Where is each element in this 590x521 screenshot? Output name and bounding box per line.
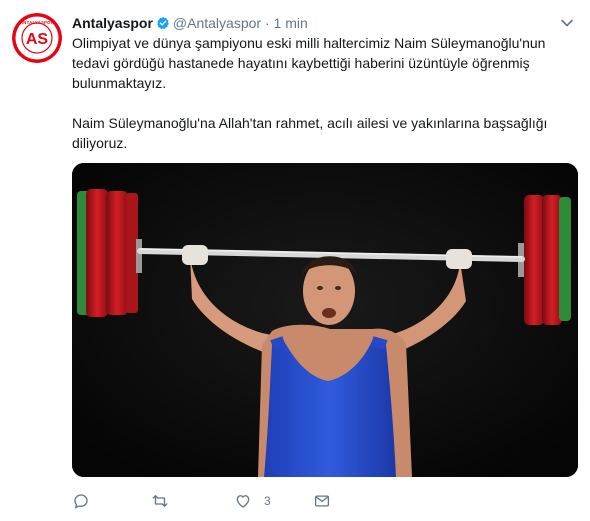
svg-text:ANTALYASPOR: ANTALYASPOR: [20, 20, 54, 25]
svg-text:AS: AS: [26, 31, 49, 48]
envelope-icon: [314, 495, 330, 507]
separator-dot: ·: [264, 15, 270, 31]
tweet-text: Olimpiyat ve dünya şampiyonu eski milli …: [72, 33, 577, 153]
author-name[interactable]: Antalyaspor: [72, 15, 153, 31]
tweet[interactable]: AS ANTALYASPOR Antalyaspor @Antalyaspor ·…: [0, 0, 590, 521]
retweet-icon: [152, 495, 168, 507]
tweet-timestamp[interactable]: 1 min: [274, 15, 308, 31]
antalyaspor-logo: AS ANTALYASPOR: [12, 13, 62, 63]
avatar[interactable]: AS ANTALYASPOR: [12, 13, 62, 63]
weightlifter-photo: [72, 163, 578, 477]
verified-badge-icon: [157, 16, 169, 30]
like-count: 3: [264, 494, 271, 508]
reply-icon: [74, 494, 88, 509]
like-button[interactable]: 3: [234, 487, 271, 515]
reply-button[interactable]: [72, 487, 102, 515]
tweet-header: Antalyaspor @Antalyaspor · 1 min: [72, 13, 580, 33]
heart-icon: [236, 495, 250, 508]
direct-message-button[interactable]: [313, 487, 343, 515]
tweet-paragraph: Naim Süleymanoğlu'na Allah'tan rahmet, a…: [72, 115, 548, 151]
author-handle[interactable]: @Antalyaspor: [173, 15, 261, 31]
tweet-paragraph: Olimpiyat ve dünya şampiyonu eski milli …: [72, 35, 546, 91]
tweet-photo[interactable]: [72, 163, 578, 477]
tweet-actions: 3: [72, 487, 577, 515]
chevron-down-icon[interactable]: [560, 16, 574, 30]
retweet-button[interactable]: [151, 487, 181, 515]
